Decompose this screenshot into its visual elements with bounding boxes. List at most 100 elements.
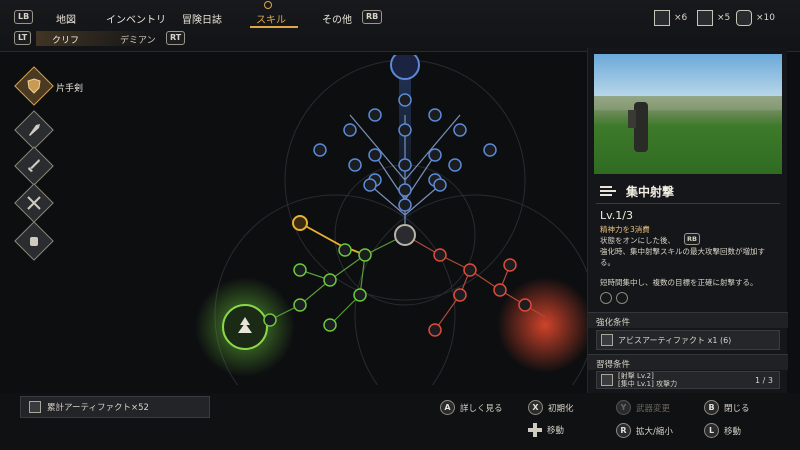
resource-abyss: ×6 <box>654 10 687 26</box>
weapon-slot-dual[interactable] <box>14 183 54 223</box>
skill-tree[interactable] <box>170 55 600 385</box>
lb-button-glyph[interactable]: LB <box>14 10 34 24</box>
cmd-details[interactable]: A 詳しく見る <box>440 400 503 415</box>
cmd-reset[interactable]: X 初期化 <box>528 400 574 415</box>
weapon-slot-shield[interactable] <box>14 66 54 106</box>
skill-node[interactable] <box>433 178 447 192</box>
x-button-icon: X <box>528 400 543 415</box>
skill-name: 集中射撃 <box>626 185 675 199</box>
requirement-icon <box>601 374 613 386</box>
shield-icon <box>27 78 41 94</box>
skill-node[interactable] <box>293 298 307 312</box>
weapon-slot-fist[interactable] <box>14 221 54 261</box>
skill-node[interactable] <box>343 123 357 137</box>
learn-requirement-1: [射撃 Lv.2] <box>618 372 654 380</box>
skill-node[interactable] <box>398 158 412 172</box>
tab-journal[interactable]: 冒険日誌 <box>182 11 222 26</box>
skill-node[interactable] <box>453 288 467 302</box>
fist-icon <box>30 237 38 246</box>
skill-node[interactable] <box>398 93 412 107</box>
skill-node[interactable] <box>398 123 412 137</box>
cmd-zoom[interactable]: R 拡大/縮小 <box>616 423 673 438</box>
skill-node[interactable] <box>358 248 372 262</box>
active-tab-underline <box>250 26 298 28</box>
skill-node[interactable] <box>368 108 382 122</box>
skill-node[interactable] <box>483 143 497 157</box>
weapon-slot-sword[interactable] <box>14 146 54 186</box>
tab-skill[interactable]: スキル <box>256 11 286 26</box>
cmd-label: 閉じる <box>724 403 750 414</box>
learn-requirement-2: [集中 Lv.1] 攻撃力 <box>618 380 678 388</box>
left-stick-icon: L <box>704 423 719 438</box>
skill-node[interactable] <box>353 288 367 302</box>
skill-effect: 短時間集中し、複数の目標を正確に射撃する。 <box>600 278 758 287</box>
rb-button-glyph[interactable]: RB <box>362 10 383 24</box>
skill-desc-line-2: 強化時、集中射撃スキルの最大攻撃回数が増加す <box>600 247 765 256</box>
resource-artifact: ×5 <box>697 10 730 26</box>
enhance-material-row: アビスアーティファクト x1 (6) <box>596 330 780 350</box>
skill-node[interactable] <box>433 248 447 262</box>
skill-node[interactable] <box>398 183 412 197</box>
skill-desc-line-1: 状態をオンにした後、 <box>600 236 675 245</box>
enhance-material-text: アビスアーティファクト x1 (6) <box>618 335 732 345</box>
character-figure <box>634 102 648 152</box>
rt-button-glyph[interactable]: RT <box>166 31 186 45</box>
skill-node[interactable] <box>448 158 462 172</box>
cmd-label: 移動 <box>547 426 565 436</box>
subtab-demian[interactable]: デミアン <box>120 33 156 46</box>
skill-node[interactable] <box>363 178 377 192</box>
artifact-cube-icon <box>697 10 713 26</box>
weapon-slot-spear[interactable] <box>14 110 54 150</box>
resource-count: ×10 <box>756 13 775 23</box>
skill-node[interactable] <box>428 108 442 122</box>
skill-node[interactable] <box>503 258 517 272</box>
skill-detail-panel: 集中射撃 Lv.1/3 精神力を3消費 状態をオンにした後、 RB 強化時、集中… <box>587 48 788 393</box>
enhance-condition-header: 強化条件 <box>588 312 788 328</box>
skill-node[interactable] <box>348 158 362 172</box>
skill-node[interactable] <box>453 123 467 137</box>
tab-map[interactable]: 地図 <box>56 11 76 26</box>
skill-node[interactable] <box>428 323 442 337</box>
skill-desc-line-3: る。 <box>600 258 615 267</box>
effect-icon-2 <box>616 292 628 304</box>
skill-level: Lv.1/3 <box>600 209 633 222</box>
skill-node[interactable] <box>323 318 337 332</box>
gear-cube-icon <box>736 10 752 26</box>
selected-path-line <box>299 222 366 256</box>
cmd-label: 移動 <box>724 426 742 437</box>
resource-count: ×5 <box>717 13 731 23</box>
subtab-cliff[interactable]: クリフ <box>52 33 79 46</box>
skill-node[interactable] <box>293 263 307 277</box>
skill-node[interactable] <box>463 263 477 277</box>
cmd-change-weapon[interactable]: Y 武器変更 <box>616 400 670 415</box>
cmd-move-stick[interactable]: L 移動 <box>704 423 741 438</box>
lt-button-glyph[interactable]: LT <box>14 31 32 45</box>
skill-node[interactable] <box>428 148 442 162</box>
selected-skill-node[interactable] <box>292 215 308 231</box>
skill-node[interactable] <box>518 298 532 312</box>
effect-icon-1 <box>600 292 612 304</box>
skill-node[interactable] <box>338 243 352 257</box>
b-button-icon: B <box>704 400 719 415</box>
tab-inventory[interactable]: インベントリ <box>106 11 166 26</box>
cmd-close[interactable]: B 閉じる <box>704 400 750 415</box>
skill-preview-image <box>594 54 782 174</box>
cmd-move-dpad[interactable]: 移動 <box>528 423 564 437</box>
page-indicator: 1 / 3 <box>755 375 773 385</box>
artifact-cube-icon <box>601 334 613 346</box>
cmd-label: 初期化 <box>548 403 574 414</box>
skill-node[interactable] <box>493 283 507 297</box>
focus-shot-skill-icon <box>600 186 616 196</box>
skill-node[interactable] <box>398 198 412 212</box>
sword-icon <box>28 159 40 172</box>
learn-condition-header: 習得条件 <box>588 354 788 370</box>
tab-other[interactable]: その他 <box>322 11 352 26</box>
skill-node[interactable] <box>313 143 327 157</box>
tree-center-node[interactable] <box>394 224 416 246</box>
skill-node[interactable] <box>368 148 382 162</box>
skill-node[interactable] <box>323 273 337 287</box>
a-button-icon: A <box>440 400 455 415</box>
skill-node[interactable] <box>263 313 277 327</box>
spear-icon <box>29 124 40 136</box>
tab-indicator-icon <box>264 1 272 9</box>
